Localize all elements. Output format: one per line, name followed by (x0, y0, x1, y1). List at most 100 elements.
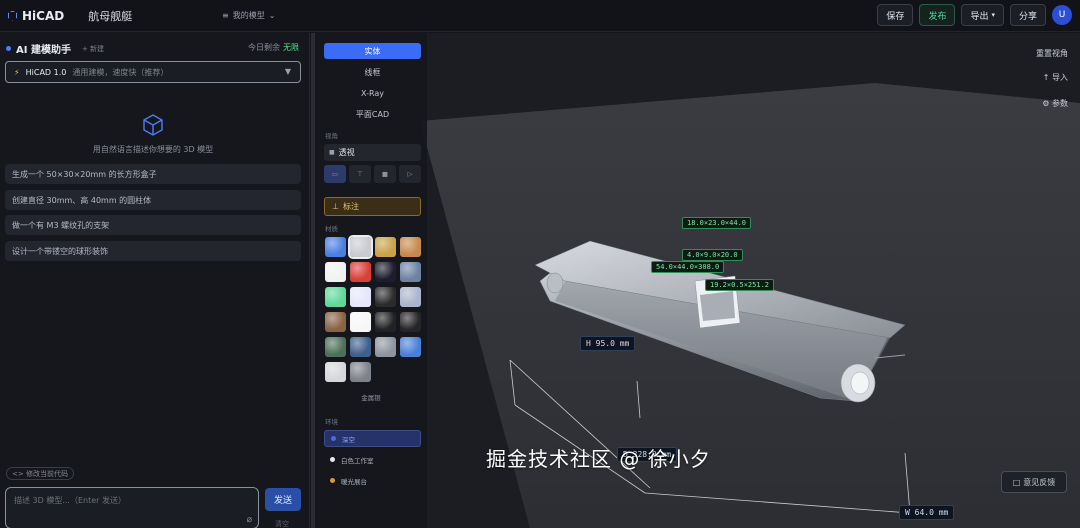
dimension-label: 19.2×0.5×251.2 (705, 279, 775, 291)
export-button[interactable]: 导出 ▾ (961, 4, 1004, 26)
logo-text: HiCAD (22, 8, 65, 23)
attachment-icon[interactable]: ⌀ (247, 515, 252, 525)
height-dimension: H 95.0 mm (580, 336, 636, 351)
model-description: 通用建模，速度快（推荐） (72, 67, 169, 77)
material-swatch[interactable] (325, 362, 346, 382)
material-swatch[interactable] (325, 312, 346, 332)
suggestion-item[interactable]: 生成一个 50×30×20mm 的长方形盒子 (5, 164, 301, 184)
save-button[interactable]: 保存 (877, 4, 914, 26)
status-dot-icon (6, 46, 11, 51)
dimension-label: 54.0×44.0×308.0 (651, 261, 725, 273)
suggestion-item[interactable]: 做一个有 M3 螺纹孔的支架 (5, 215, 301, 235)
logo[interactable]: HiCAD (8, 9, 64, 23)
camera-icon: ■ (329, 149, 335, 156)
material-swatch[interactable] (325, 337, 346, 357)
annotate-label: 标注 (342, 202, 359, 211)
env-deep-space[interactable]: 深空 (324, 430, 421, 447)
params-button[interactable]: ⚙ 参数 (1042, 98, 1068, 109)
dimension-label: 18.0×23.0×44.0 (682, 217, 752, 229)
material-swatch[interactable] (350, 262, 371, 282)
mode-2d-cad[interactable]: 平面CAD (324, 106, 421, 122)
logo-icon (8, 10, 17, 21)
material-swatch[interactable] (375, 337, 396, 357)
top-view-icon: ⊤ (357, 170, 363, 178)
feedback-button[interactable]: □ 意见反馈 (1001, 471, 1067, 493)
my-models-label: 我的模型 (232, 11, 265, 20)
material-swatch[interactable] (350, 287, 371, 307)
my-models-menu[interactable]: ≡ 我的模型 ⌄ (222, 10, 275, 21)
env-label: 暖光展台 (341, 477, 367, 486)
env-dot-icon (330, 478, 335, 483)
view-section-label: 视角 (325, 132, 338, 140)
env-label: 深空 (342, 435, 355, 444)
reset-view-button[interactable]: 重置视角 (1036, 48, 1068, 59)
material-swatch[interactable] (325, 287, 346, 307)
view-top-button[interactable]: ⊤ (349, 165, 371, 183)
clear-button[interactable]: 清空 (275, 519, 289, 528)
import-button[interactable]: ↑ 导入 (1043, 72, 1068, 83)
material-swatch[interactable] (325, 237, 346, 257)
material-swatch[interactable] (375, 237, 396, 257)
side-view-icon: ■ (381, 170, 389, 178)
material-swatch[interactable] (325, 262, 346, 282)
ai-assistant-panel: AI 建模助手 + 新建 今日剩余 无限 ⚡ HiCAD 1.0 通用建模，速度快… (0, 33, 310, 528)
env-dot-icon (330, 457, 335, 462)
mode-wireframe[interactable]: 线框 (324, 64, 421, 80)
material-swatch[interactable] (400, 262, 421, 282)
ruler-icon: ⊥ (332, 202, 339, 211)
quota-value: 无限 (283, 43, 299, 52)
dimension-label: 4.0×9.0×20.0 (682, 249, 743, 261)
env-dot-icon (331, 436, 336, 441)
suggestion-item[interactable]: 创建直径 30mm、高 40mm 的圆柱体 (5, 190, 301, 210)
material-swatch[interactable] (375, 287, 396, 307)
chevron-down-icon: ▼ (284, 67, 291, 76)
model-name: HiCAD 1.0 (25, 67, 67, 77)
annotate-button[interactable]: ⊥ 标注 (324, 197, 421, 216)
projection-label: 透视 (338, 148, 355, 157)
list-icon: ≡ (222, 11, 229, 20)
model-select[interactable]: ⚡ HiCAD 1.0 通用建模，速度快（推荐） ▼ (5, 61, 301, 83)
env-warm-stage[interactable]: 暖光展台 (324, 472, 421, 489)
chevron-down-icon: ⌄ (268, 11, 276, 20)
material-swatch[interactable] (348, 235, 373, 259)
projection-toggle[interactable]: ■ 透视 (324, 144, 421, 161)
width-dimension: W 64.0 mm (899, 505, 955, 520)
avatar[interactable]: U (1052, 5, 1072, 25)
mode-xray[interactable]: X-Ray (324, 85, 421, 101)
material-name: 金属银 (361, 394, 381, 402)
export-label: 导出 (970, 11, 989, 22)
material-swatch[interactable] (350, 337, 371, 357)
send-button[interactable]: 发送 (265, 488, 301, 511)
suggestion-item[interactable]: 设计一个带镂空的球形装饰 (5, 241, 301, 261)
prompt-input[interactable]: 描述 3D 模型...（Enter 发送） ⌀ (5, 487, 259, 528)
material-swatch[interactable] (350, 362, 371, 382)
material-swatch[interactable] (350, 312, 371, 332)
publish-button[interactable]: 发布 (919, 4, 956, 26)
prompt-placeholder: 描述 3D 模型...（Enter 发送） (14, 496, 126, 505)
empty-hint: 用自然语言描述你想要的 3D 模型 (92, 145, 214, 154)
env-label: 白色工作室 (341, 456, 374, 465)
view-front-button[interactable]: ▭ (324, 165, 346, 183)
environment-section-label: 环境 (325, 418, 338, 426)
top-bar: HiCAD 航母舰艇 ≡ 我的模型 ⌄ 保存 发布 导出 ▾ 分享 U (0, 0, 1080, 32)
material-swatch[interactable] (400, 287, 421, 307)
share-button[interactable]: 分享 (1009, 4, 1046, 26)
env-white-studio[interactable]: 白色工作室 (324, 451, 421, 468)
app-root: HiCAD 航母舰艇 ≡ 我的模型 ⌄ 保存 发布 导出 ▾ 分享 U AI 建模… (0, 0, 1080, 528)
material-swatch[interactable] (375, 312, 396, 332)
view-side-button[interactable]: ■ (374, 165, 396, 183)
modify-code-chip[interactable]: <> 修改当前代码 (6, 467, 74, 480)
tool-panel: 实体 线框 X-Ray 平面CAD 视角 ■ 透视 ▭ ⊤ ■ ▷ ⊥ 标注 材… (315, 33, 427, 528)
mode-solid[interactable]: 实体 (324, 43, 421, 59)
material-swatch[interactable] (400, 312, 421, 332)
view-play-button[interactable]: ▷ (399, 165, 421, 183)
project-name[interactable]: 航母舰艇 (88, 8, 132, 24)
watermark: 掘金技术社区 @ 徐小夕 (486, 447, 711, 471)
new-chat-button[interactable]: + 新建 (82, 44, 104, 54)
material-swatch[interactable] (375, 262, 396, 282)
material-swatch[interactable] (400, 237, 421, 257)
material-swatch[interactable] (400, 337, 421, 357)
lightning-icon: ⚡ (14, 67, 20, 77)
chevron-down-icon: ▾ (991, 11, 995, 19)
top-actions: 保存 发布 导出 ▾ 分享 U (877, 4, 1072, 26)
